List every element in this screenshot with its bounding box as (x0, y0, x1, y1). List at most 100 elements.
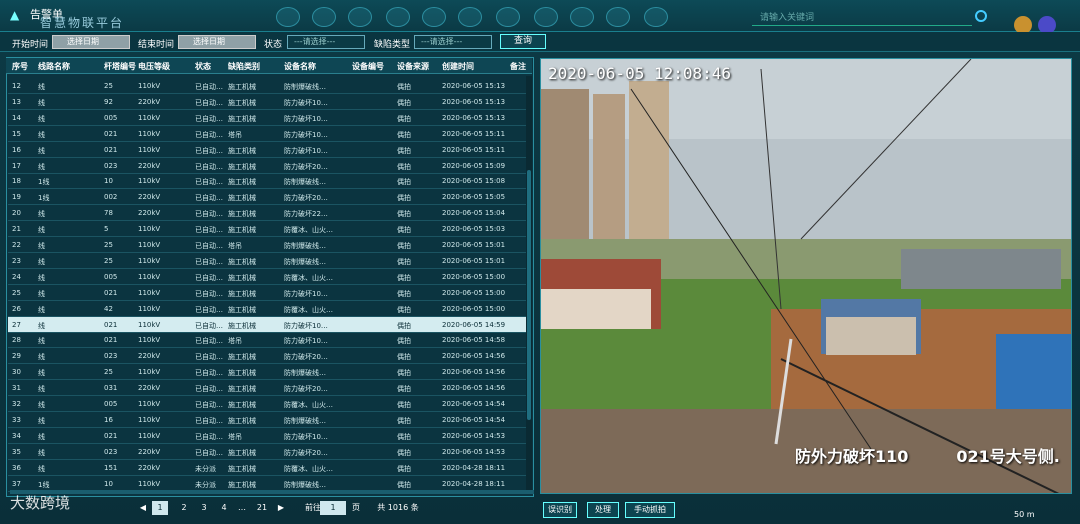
table-row[interactable]: 21 线 5 110kV 已自动… 施工机械 防覆冰、山火… 偶拍 2020-06-05 15:… (8, 221, 526, 238)
table-cell: 施工机械 (228, 273, 256, 282)
nav-icon-4[interactable] (386, 7, 410, 27)
nav-icon-9[interactable] (570, 7, 594, 27)
table-cell: 施工机械 (228, 289, 256, 298)
table-cell: 施工机械 (228, 416, 256, 425)
table-row[interactable]: 27 线 021 110kV 已自动… 施工机械 防力破坏10… 偶拍 2020-06-05 1… (8, 316, 526, 333)
nav-icon-10[interactable] (606, 7, 630, 27)
page-button[interactable]: 2 (176, 501, 192, 515)
table-cell: 2020-06-05 14:56 (442, 352, 506, 361)
table-cell: 42 (104, 304, 113, 313)
table-row[interactable]: 31 线 031 220kV 已自动… 施工机械 防力破坏20… 偶拍 2020-06-05 1… (8, 380, 526, 397)
table-cell: 已自动… (195, 432, 223, 441)
page-unit-label: 页 (352, 503, 360, 512)
nav-icon-5[interactable] (422, 7, 446, 27)
end-date-input[interactable]: 选择日期 (178, 35, 256, 49)
status-select[interactable]: ---请选择--- (287, 35, 365, 49)
scroll-thumb[interactable] (527, 170, 531, 420)
table-cell: 防力破坏10… (284, 114, 328, 123)
table-cell: 线 (38, 257, 45, 266)
table-row[interactable]: 22 线 25 110kV 已自动… 塔吊 防制爆破线… 偶拍 2020-06-05 15:01 (8, 237, 526, 253)
table-row[interactable]: 32 线 005 110kV 已自动… 施工机械 防覆冰、山火… 偶拍 2020-06-05 1… (8, 396, 526, 412)
table-cell: 线 (38, 210, 45, 219)
table-row[interactable]: 19 1线 002 220kV 已自动… 施工机械 防力破坏20… 偶拍 2020-06-05 … (8, 189, 526, 206)
handle-button[interactable]: 处理 (587, 502, 619, 518)
end-date-label: 结束时间 (138, 40, 175, 50)
table-cell: 防制爆破线… (284, 480, 326, 489)
nav-icon-11[interactable] (644, 7, 668, 27)
table-cell: 线 (38, 130, 45, 139)
table-cell: 110kV (138, 336, 161, 345)
nav-icon-1[interactable] (276, 7, 300, 27)
table-row[interactable]: 29 线 023 220kV 已自动… 施工机械 防力破坏20… 偶拍 2020-06-05 1… (8, 348, 526, 365)
table-row[interactable]: 24 线 005 110kV 已自动… 施工机械 防覆冰、山火… 偶拍 2020-06-05 1… (8, 269, 526, 285)
table-row[interactable]: 15 线 021 110kV 已自动… 塔吊 防力破坏10… 偶拍 2020-06-05 15:… (8, 126, 526, 142)
prev-page-icon[interactable]: ◀ (138, 501, 148, 515)
next-page-icon[interactable]: ▶ (276, 501, 286, 515)
table-cell: 22 (12, 241, 21, 249)
table-cell: 偶拍 (397, 146, 411, 155)
table-cell: 2020-06-05 15:01 (442, 241, 506, 249)
table-cell: 021 (104, 145, 118, 154)
manual-capture-button[interactable]: 手动抓拍 (625, 502, 675, 518)
table-cell: 已自动… (195, 210, 223, 219)
horizontal-scrollbar[interactable] (10, 490, 534, 494)
camera-image (541, 59, 1071, 493)
table-row[interactable]: 35 线 023 220kV 已自动… 施工机械 防力破坏20… 偶拍 2020-06-05 1… (8, 444, 526, 460)
table-row[interactable]: 17 线 023 220kV 已自动… 施工机械 防力破坏20… 偶拍 2020-06-05 1… (8, 158, 526, 174)
table-row[interactable]: 26 线 42 110kV 已自动… 施工机械 防覆冰、山火… 偶拍 2020-06-05 15… (8, 301, 526, 317)
table-row[interactable]: 20 线 78 220kV 已自动… 施工机械 防力破坏22… 偶拍 2020-06-05 15… (8, 205, 526, 222)
table-cell: 偶拍 (397, 242, 411, 250)
table-cell: 已自动… (195, 353, 223, 362)
table-row[interactable]: 28 线 021 110kV 已自动… 塔吊 防力破坏10… 偶拍 2020-06-05 14:… (8, 332, 526, 349)
table-cell: 已自动… (195, 257, 223, 266)
nav-icon-6[interactable] (458, 7, 482, 27)
nav-icon-8[interactable] (534, 7, 558, 27)
goto-input[interactable]: 1 (320, 501, 346, 515)
column-header: 线路名称 (38, 62, 70, 71)
table-cell: 已自动… (195, 369, 223, 378)
start-date-input[interactable]: 选择日期 (52, 35, 130, 49)
nav-icon-7[interactable] (496, 7, 520, 27)
page-button[interactable]: … (234, 501, 250, 515)
table-row[interactable]: 25 线 021 110kV 已自动… 施工机械 防力破坏10… 偶拍 2020-06-05 1… (8, 285, 526, 301)
table-row[interactable]: 13 线 92 220kV 已自动… 施工机械 防力破坏10… 偶拍 2020-06-05 15… (8, 94, 526, 110)
table-cell: 110kV (138, 145, 161, 154)
table-cell: 021 (104, 431, 118, 440)
table-row[interactable]: 36 线 151 220kV 未分派 施工机械 防覆冰、山火… 偶拍 2020-04-28 18… (8, 460, 526, 476)
column-header: 设备名称 (284, 62, 316, 71)
table-row[interactable]: 12 线 25 110kV 已自动… 施工机械 防制爆破线… 偶拍 2020-06-05 15:… (8, 78, 526, 94)
table-row[interactable]: 14 线 005 110kV 已自动… 施工机械 防力破坏10… 偶拍 2020-06-05 1… (8, 110, 526, 126)
table-cell: 25 (104, 368, 113, 377)
status-label: 状态 (264, 40, 283, 50)
table-cell: 偶拍 (397, 401, 411, 409)
table-cell: 防力破坏22… (284, 210, 328, 219)
table-cell: 2020-06-05 15:00 (442, 272, 506, 281)
table-row[interactable]: 23 线 25 110kV 已自动… 施工机械 防制爆破线… 偶拍 2020-06-05 15:… (8, 253, 526, 269)
table-cell: 线 (38, 305, 45, 314)
misidentify-button[interactable]: 误识别 (543, 502, 577, 518)
page-button[interactable]: 21 (254, 501, 270, 515)
table-row[interactable]: 33 线 16 110kV 已自动… 施工机械 防制爆破线… 偶拍 2020-06-05 14:… (8, 412, 526, 428)
table-cell: 005 (104, 113, 118, 122)
table-row[interactable]: 18 1线 10 110kV 已自动… 施工机械 防制爆破线… 偶拍 2020-06-05 15… (8, 173, 526, 190)
table-row[interactable]: 30 线 25 110kV 已自动… 施工机械 防制爆破线… 偶拍 2020-06-05 14:… (8, 364, 526, 381)
table-cell: 防覆冰、山火… (284, 305, 333, 314)
page-button[interactable]: 1 (152, 501, 168, 515)
table-cell: 施工机械 (228, 321, 256, 330)
table-cell: 线 (38, 432, 45, 441)
table-row[interactable]: 16 线 021 110kV 已自动… 施工机械 防力破坏10… 偶拍 2020-06-05 1… (8, 142, 526, 158)
table-cell: 25 (104, 82, 113, 90)
table-row[interactable]: 34 线 021 110kV 已自动… 塔吊 防力破坏10… 偶拍 2020-06-05 14:… (8, 428, 526, 444)
page-button[interactable]: 4 (216, 501, 232, 515)
search-input[interactable]: 请输入关键词 (752, 10, 972, 26)
query-button[interactable]: 查询 (500, 34, 546, 49)
search-icon[interactable] (975, 10, 987, 22)
table-cell: 23 (12, 256, 21, 265)
table-cell: 2020-06-05 14:54 (442, 415, 506, 424)
table-cell: 线 (38, 448, 45, 457)
page-button[interactable]: 3 (196, 501, 212, 515)
nav-icon-2[interactable] (312, 7, 336, 27)
defect-type-select[interactable]: ---请选择--- (414, 35, 492, 49)
table-cell: 线 (38, 289, 45, 298)
nav-icon-3[interactable] (348, 7, 372, 27)
